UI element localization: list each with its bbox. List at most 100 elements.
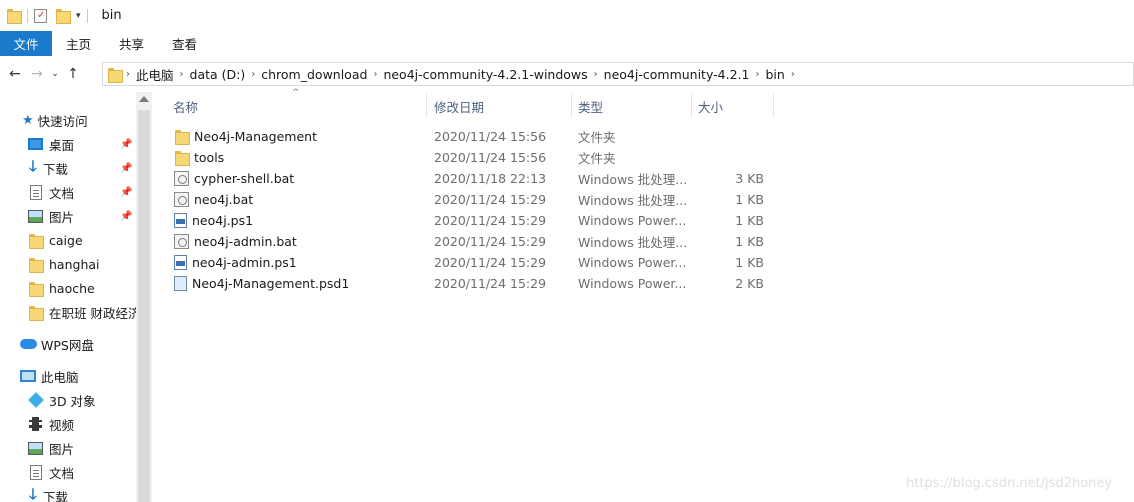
file-name: neo4j-admin.bat bbox=[194, 234, 297, 249]
nav-item-documents[interactable]: 文档 📌 bbox=[0, 181, 136, 203]
folder-icon bbox=[28, 233, 44, 249]
nav-label: 下载 bbox=[42, 489, 68, 502]
forward-arrow-icon[interactable]: → bbox=[26, 63, 48, 85]
file-row[interactable]: neo4j.bat 2020/11/24 15:29 Windows 批处理..… bbox=[160, 189, 780, 210]
nav-label: 3D 对象 bbox=[49, 393, 96, 409]
column-divider[interactable] bbox=[773, 94, 774, 118]
tab-view[interactable]: 查看 bbox=[158, 31, 211, 56]
pictures-icon bbox=[28, 441, 43, 455]
nav-item-pictures[interactable]: 图片 📌 bbox=[0, 205, 136, 227]
navigation-pane: ★ 快速访问 桌面 📌 🡓 下载 📌 文档 📌 图片 📌 caige hangh… bbox=[0, 92, 152, 502]
breadcrumb-this-pc[interactable]: 此电脑 bbox=[130, 65, 180, 84]
pictures-icon bbox=[28, 209, 43, 223]
new-folder-icon[interactable] bbox=[55, 8, 71, 24]
nav-label: 下载 bbox=[42, 161, 68, 177]
file-name: tools bbox=[194, 150, 225, 165]
nav-quick-access[interactable]: ★ 快速访问 bbox=[0, 109, 136, 131]
scroll-thumb[interactable] bbox=[138, 110, 150, 502]
file-size bbox=[720, 147, 764, 168]
breadcrumb-neo4j-windows[interactable]: neo4j-community-4.2.1-windows bbox=[377, 67, 593, 82]
tab-file[interactable]: 文件 bbox=[0, 31, 52, 56]
column-header-date[interactable]: 修改日期 bbox=[434, 94, 564, 118]
computer-icon bbox=[20, 370, 36, 382]
nav-label: 图片 bbox=[49, 209, 75, 225]
cloud-icon bbox=[20, 339, 37, 349]
column-header-size[interactable]: 大小 bbox=[698, 94, 768, 118]
file-type: Windows 批处理... bbox=[578, 172, 688, 187]
column-label: 类型 bbox=[578, 99, 604, 115]
navigation-pane-scrollbar[interactable] bbox=[136, 92, 152, 502]
tab-home[interactable]: 主页 bbox=[52, 31, 105, 56]
column-divider[interactable] bbox=[571, 94, 572, 118]
folder-icon bbox=[28, 281, 44, 297]
nav-item-zaizhiban[interactable]: 在职班 财政经济 bbox=[0, 301, 136, 323]
nav-item-desktop[interactable]: 桌面 📌 bbox=[0, 133, 136, 155]
scroll-up-arrow-icon[interactable] bbox=[139, 96, 149, 102]
nav-item-downloads[interactable]: 🡓 下载 📌 bbox=[0, 157, 136, 179]
file-row[interactable]: tools 2020/11/24 15:56 文件夹 bbox=[160, 147, 780, 168]
desktop-icon bbox=[28, 138, 43, 150]
file-row[interactable]: Neo4j-Management.psd1 2020/11/24 15:29 W… bbox=[160, 273, 780, 294]
batch-file-icon bbox=[174, 234, 189, 249]
nav-label: haoche bbox=[49, 280, 95, 296]
file-row[interactable]: cypher-shell.bat 2020/11/18 22:13 Window… bbox=[160, 168, 780, 189]
file-size: 1 KB bbox=[735, 255, 764, 270]
address-bar[interactable]: › 此电脑 › data (D:) › chrom_download › neo… bbox=[102, 62, 1134, 86]
powershell-file-icon bbox=[174, 213, 187, 228]
file-type: Windows Power... bbox=[578, 276, 687, 291]
batch-file-icon bbox=[174, 192, 189, 207]
back-arrow-icon[interactable]: ← bbox=[4, 63, 26, 85]
column-divider[interactable] bbox=[691, 94, 692, 118]
chevron-right-icon[interactable]: › bbox=[791, 69, 795, 80]
tab-share[interactable]: 共享 bbox=[105, 31, 158, 56]
file-date: 2020/11/24 15:56 bbox=[434, 129, 547, 144]
customize-toolbar-icon[interactable]: ▾ bbox=[76, 11, 81, 21]
watermark: https://blog.csdn.net/jsd2honey bbox=[906, 476, 1113, 491]
folder-icon bbox=[28, 257, 44, 273]
breadcrumb-data-drive[interactable]: data (D:) bbox=[184, 67, 252, 82]
recent-locations-chevron-icon[interactable]: ⌄ bbox=[48, 63, 62, 85]
breadcrumb-bin[interactable]: bin bbox=[759, 67, 790, 82]
nav-label: hanghai bbox=[49, 256, 100, 272]
nav-wps-drive[interactable]: WPS网盘 bbox=[0, 333, 136, 355]
breadcrumb-neo4j-community[interactable]: neo4j-community-4.2.1 bbox=[598, 67, 756, 82]
nav-label: 视频 bbox=[49, 417, 75, 433]
file-size: 1 KB bbox=[735, 234, 764, 249]
3d-objects-icon bbox=[28, 392, 44, 408]
file-type: 文件夹 bbox=[578, 151, 616, 166]
nav-item-pc-documents[interactable]: 文档 bbox=[0, 461, 136, 483]
breadcrumb-chrom-download[interactable]: chrom_download bbox=[255, 67, 373, 82]
column-header-type[interactable]: 类型 bbox=[578, 94, 688, 118]
nav-this-pc[interactable]: 此电脑 bbox=[0, 365, 136, 387]
download-icon: 🡓 bbox=[29, 485, 37, 502]
file-row[interactable]: Neo4j-Management 2020/11/24 15:56 文件夹 bbox=[160, 126, 780, 147]
batch-file-icon bbox=[174, 171, 189, 186]
nav-item-videos[interactable]: 视频 bbox=[0, 413, 136, 435]
document-icon bbox=[30, 184, 42, 200]
nav-item-caige[interactable]: caige bbox=[0, 229, 136, 251]
folder-icon bbox=[6, 8, 22, 24]
file-size: 2 KB bbox=[735, 276, 764, 291]
file-size: 3 KB bbox=[735, 171, 764, 186]
file-type: Windows Power... bbox=[578, 255, 687, 270]
file-date: 2020/11/24 15:56 bbox=[434, 150, 547, 165]
file-name: Neo4j-Management bbox=[194, 129, 317, 144]
file-type: 文件夹 bbox=[578, 130, 616, 145]
file-row[interactable]: neo4j-admin.bat 2020/11/24 15:29 Windows… bbox=[160, 231, 780, 252]
nav-item-hanghai[interactable]: hanghai bbox=[0, 253, 136, 275]
pin-icon: 📌 bbox=[120, 162, 133, 174]
file-row[interactable]: neo4j-admin.ps1 2020/11/24 15:29 Windows… bbox=[160, 252, 780, 273]
nav-item-pc-downloads[interactable]: 🡓 下载 bbox=[0, 485, 136, 502]
nav-label: 桌面 bbox=[49, 137, 75, 153]
nav-item-haoche[interactable]: haoche bbox=[0, 277, 136, 299]
nav-item-pc-pictures[interactable]: 图片 bbox=[0, 437, 136, 459]
nav-item-3d-objects[interactable]: 3D 对象 bbox=[0, 389, 136, 411]
properties-icon[interactable]: ✓ bbox=[34, 8, 47, 23]
file-name: neo4j.ps1 bbox=[192, 213, 254, 228]
up-arrow-icon[interactable]: ↑ bbox=[62, 63, 84, 85]
file-size: 1 KB bbox=[735, 192, 764, 207]
file-date: 2020/11/24 15:29 bbox=[434, 255, 547, 270]
column-header-name[interactable]: 名称 bbox=[173, 94, 423, 118]
file-row[interactable]: neo4j.ps1 2020/11/24 15:29 Windows Power… bbox=[160, 210, 780, 231]
column-divider[interactable] bbox=[426, 94, 427, 118]
